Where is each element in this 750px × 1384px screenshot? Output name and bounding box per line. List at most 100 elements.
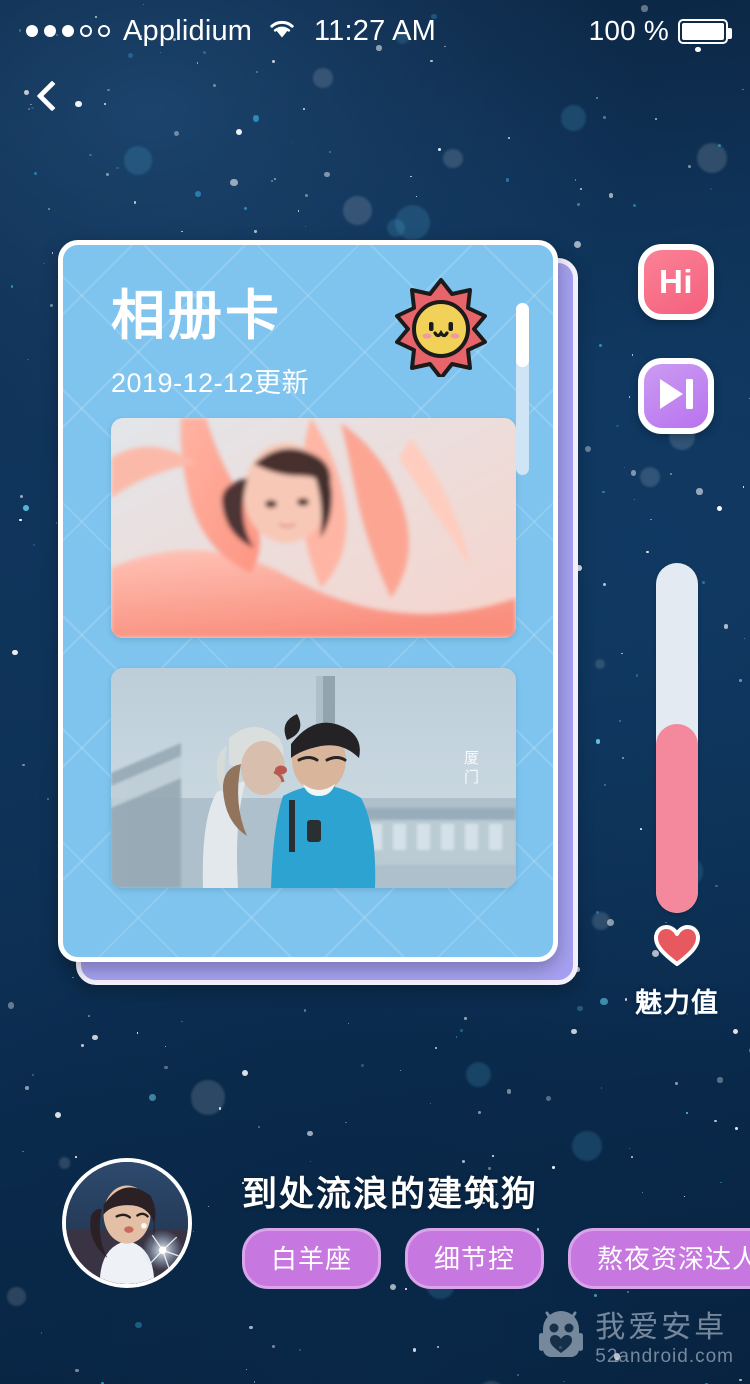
next-button[interactable] xyxy=(638,358,714,434)
bokeh-dot xyxy=(123,146,153,175)
star xyxy=(576,203,580,207)
star xyxy=(34,171,38,175)
star xyxy=(455,1035,458,1038)
bokeh-dot xyxy=(465,1062,491,1088)
star xyxy=(328,151,331,154)
charm-meter-track xyxy=(656,563,698,913)
star xyxy=(429,1102,431,1104)
star xyxy=(563,1380,566,1383)
star xyxy=(235,128,242,135)
star xyxy=(464,1017,467,1020)
star xyxy=(272,1345,276,1349)
star xyxy=(213,83,217,87)
card-scrollbar-thumb[interactable] xyxy=(516,303,529,367)
star xyxy=(299,1348,302,1351)
star xyxy=(87,1014,90,1017)
star xyxy=(628,396,631,398)
bokeh-dot xyxy=(190,1080,226,1115)
star xyxy=(601,490,605,494)
star xyxy=(181,231,183,233)
star xyxy=(22,504,29,511)
user-avatar[interactable] xyxy=(62,1158,192,1288)
star xyxy=(600,998,608,1006)
star xyxy=(254,230,257,233)
charm-meter[interactable]: 魅力值 xyxy=(635,563,718,1018)
star xyxy=(571,1028,577,1035)
bokeh-dot xyxy=(394,205,430,241)
bokeh-dot xyxy=(443,148,463,168)
star xyxy=(40,1332,43,1334)
star xyxy=(491,1154,494,1157)
battery-percent-label: 100 % xyxy=(588,15,669,46)
star xyxy=(616,424,619,427)
watermark-url: 52android.com xyxy=(595,1345,734,1367)
star xyxy=(674,1081,679,1086)
star xyxy=(477,1110,481,1114)
star xyxy=(230,179,238,187)
star xyxy=(702,581,706,585)
star xyxy=(505,178,510,182)
star xyxy=(106,172,109,176)
star xyxy=(654,117,658,121)
star xyxy=(743,638,745,640)
album-card[interactable]: 相册卡 2019-12-12更新 厦门 xyxy=(58,240,558,962)
star xyxy=(709,188,712,191)
star xyxy=(252,115,260,122)
android-robot-icon xyxy=(539,1309,584,1370)
star xyxy=(632,203,636,207)
card-scrollbar-track[interactable] xyxy=(516,303,529,475)
star xyxy=(249,1325,253,1330)
bokeh-dot xyxy=(592,911,611,930)
star xyxy=(305,194,308,197)
star xyxy=(742,485,745,488)
bokeh-dot xyxy=(386,219,405,238)
star xyxy=(12,649,18,655)
star xyxy=(7,1002,15,1009)
star xyxy=(255,71,258,74)
photo-2[interactable]: 厦门 xyxy=(111,668,516,888)
star xyxy=(134,201,137,204)
star xyxy=(51,252,54,254)
profile-tags: 白羊座 细节控 熬夜资深达人 xyxy=(242,1228,750,1289)
sun-sticker-icon xyxy=(391,277,491,380)
star xyxy=(173,130,179,136)
star xyxy=(574,179,577,181)
star xyxy=(545,1095,551,1102)
star xyxy=(635,674,639,677)
star xyxy=(437,147,441,151)
photo-2-caption: 厦门 xyxy=(462,750,479,788)
star xyxy=(31,1074,35,1077)
star xyxy=(254,1381,256,1383)
profile-tag[interactable]: 细节控 xyxy=(405,1228,545,1289)
star xyxy=(348,1023,350,1025)
back-chevron-icon xyxy=(36,80,68,112)
profile-tag[interactable]: 熬夜资深达人 xyxy=(568,1228,750,1289)
star xyxy=(631,354,633,356)
profile-tag[interactable]: 白羊座 xyxy=(242,1228,382,1289)
bokeh-dot xyxy=(571,1130,602,1161)
star xyxy=(738,678,742,682)
photo-1[interactable] xyxy=(111,418,516,638)
star xyxy=(714,1119,717,1123)
back-button[interactable] xyxy=(22,66,82,126)
bokeh-dot xyxy=(595,658,606,669)
photo-list: 厦门 xyxy=(63,400,553,888)
star xyxy=(50,304,53,308)
star xyxy=(715,884,718,888)
star xyxy=(598,344,602,347)
star xyxy=(506,1089,512,1094)
bokeh-dot xyxy=(7,1286,27,1306)
star xyxy=(717,1077,723,1083)
star xyxy=(596,96,599,100)
star xyxy=(716,505,723,511)
bokeh-dot xyxy=(697,143,727,173)
star xyxy=(735,1127,739,1131)
hi-button[interactable]: Hi xyxy=(638,244,714,320)
star xyxy=(21,1150,24,1153)
star xyxy=(460,1029,464,1032)
watermark: 我爱安卓 52android.com xyxy=(539,1309,734,1370)
star xyxy=(650,518,652,521)
star xyxy=(24,1085,29,1090)
album-card-stack: 相册卡 2019-12-12更新 厦门 xyxy=(58,240,578,985)
star xyxy=(517,1373,520,1376)
